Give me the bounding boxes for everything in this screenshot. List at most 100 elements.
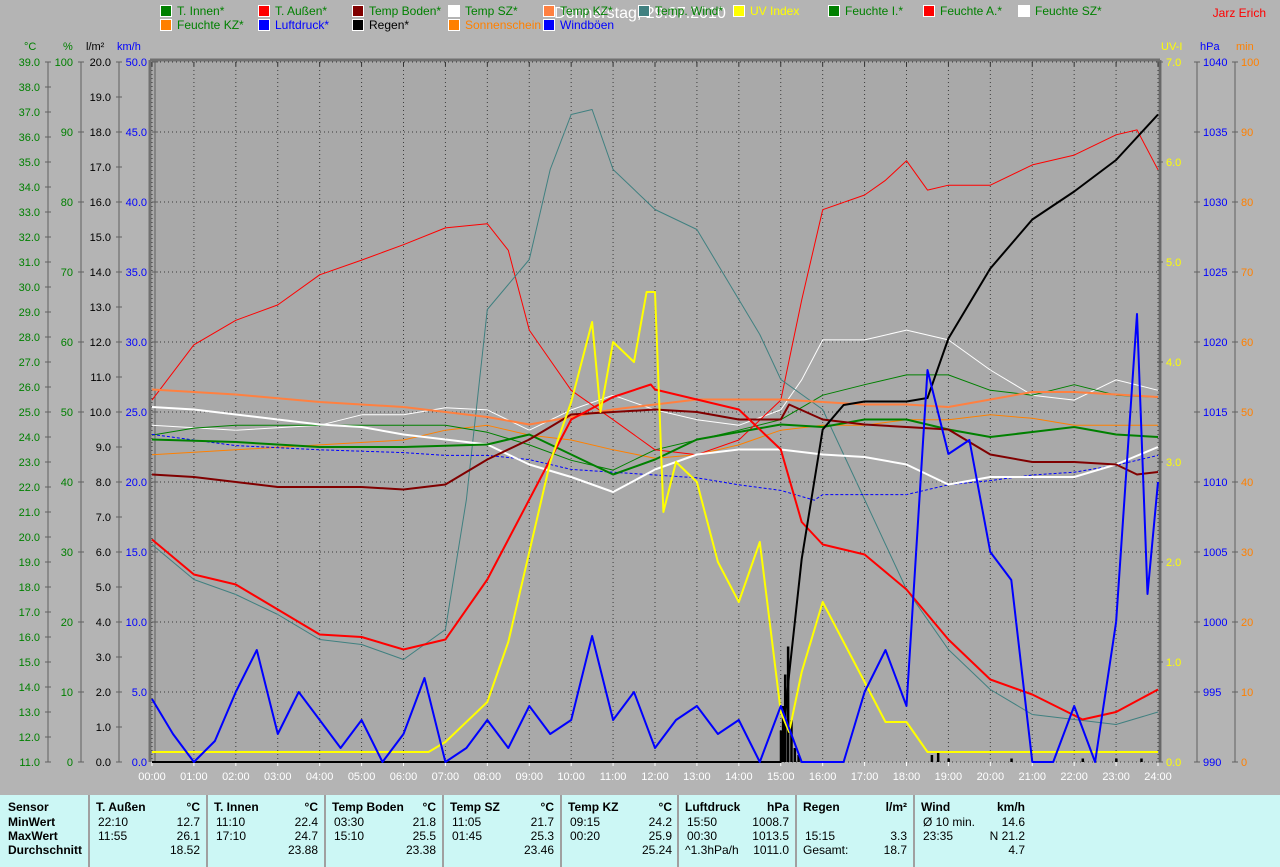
legend-item: Feuchte SZ* xyxy=(1018,4,1102,18)
axis-tick-label-uv: 4.0 xyxy=(1166,357,1181,369)
legend-item: T. Innen* xyxy=(160,4,224,18)
summary-avg-value: 4.7 xyxy=(1008,843,1025,857)
x-tick-label: 06:00 xyxy=(390,771,418,783)
rain-bar xyxy=(1140,758,1143,762)
axis-tick-label-celsius: 11.0 xyxy=(19,757,40,769)
axis-tick-label-pressure: 990 xyxy=(1203,757,1221,769)
axis-tick-label-celsius: 19.0 xyxy=(19,557,40,569)
summary-max-time: 01:45 xyxy=(452,829,483,843)
summary-max-value: 1013.5 xyxy=(752,829,789,843)
summary-min-value: 21.8 xyxy=(412,815,436,829)
axis-tick-label-celsius: 26.0 xyxy=(19,382,40,394)
x-tick-label: 00:00 xyxy=(138,771,166,783)
axis-tick-label-minutes: 0 xyxy=(1241,757,1247,769)
axis-tick-label-rain: 13.0 xyxy=(90,302,111,314)
axis-tick-label-uv: 6.0 xyxy=(1166,157,1181,169)
x-tick-label: 20:00 xyxy=(977,771,1005,783)
legend-label: Temp Boden* xyxy=(369,4,442,18)
rain-bar xyxy=(930,755,934,762)
summary-column: Wind km/h Ø 10 min. 14.6 23:35 N 21.2 4.7 xyxy=(913,795,1033,867)
summary-min-value: 22.4 xyxy=(294,815,318,829)
axis-tick-label-percent: 40 xyxy=(61,477,73,489)
axis-tick-label-celsius: 23.0 xyxy=(19,457,40,469)
summary-max-value: 24.7 xyxy=(294,829,318,843)
summary-min-time: 09:15 xyxy=(570,815,601,829)
rain-bar xyxy=(1010,758,1013,762)
summary-min-value: 21.7 xyxy=(530,815,554,829)
legend-item: Windböen xyxy=(543,18,614,32)
legend-swatch xyxy=(543,19,555,31)
summary-max-value: 25.5 xyxy=(412,829,436,843)
legend-swatch xyxy=(1018,5,1030,17)
legend-label: Luftdruck* xyxy=(275,18,330,32)
axis-tick-label-wind: 0.0 xyxy=(132,757,147,769)
axis-tick-label-minutes: 70 xyxy=(1241,267,1253,279)
rain-bar xyxy=(793,748,797,762)
x-tick-label: 23:00 xyxy=(1102,771,1130,783)
legend-swatch xyxy=(638,5,650,17)
axis-tick-label-minutes: 20 xyxy=(1241,617,1253,629)
legend-swatch xyxy=(923,5,935,17)
summary-max-value: N 21.2 xyxy=(989,829,1025,843)
summary-max-time: 23:35 xyxy=(923,829,954,843)
axis-tick-label-pressure: 1015 xyxy=(1203,407,1227,419)
summary-min-time: 22:10 xyxy=(98,815,129,829)
axis-tick-label-celsius: 35.0 xyxy=(19,157,40,169)
summary-max-value: 26.1 xyxy=(176,829,200,843)
axis-tick-label-celsius: 34.0 xyxy=(19,182,40,194)
summary-avg-value: 18.52 xyxy=(169,843,200,857)
axis-unit-celsius: °C xyxy=(24,41,36,53)
legend-item: Temp SZ* xyxy=(448,4,518,18)
axis-tick-label-uv: 2.0 xyxy=(1166,557,1181,569)
x-tick-label: 12:00 xyxy=(641,771,669,783)
summary-column: Luftdruck hPa 15:50 1008.7 00:30 1013.5 ^1.3hP… xyxy=(677,795,797,867)
rain-bar xyxy=(947,758,950,762)
summary-max-time: 15:15 xyxy=(805,829,836,843)
axis-tick-label-wind: 30.0 xyxy=(126,337,147,349)
axis-tick-label-rain: 12.0 xyxy=(90,337,111,349)
axis-tick-label-celsius: 16.0 xyxy=(19,632,40,644)
axis-tick-label-rain: 17.0 xyxy=(90,162,111,174)
legend-label: Feuchte KZ* xyxy=(177,18,244,32)
summary-max-time: 15:10 xyxy=(334,829,365,843)
summary-sensor-name: Temp KZ xyxy=(568,800,619,814)
legend-label: Windböen xyxy=(560,18,615,32)
summary-column: Temp KZ °C 09:15 24.2 00:20 25.9 25.24 xyxy=(560,795,680,867)
legend-label: UV Index xyxy=(750,4,800,18)
axis-tick-label-pressure: 995 xyxy=(1203,687,1221,699)
axis-tick-label-rain: 20.0 xyxy=(90,57,111,69)
axis-tick-label-percent: 60 xyxy=(61,337,73,349)
legend-label: T. Außen* xyxy=(275,4,328,18)
summary-avg-label: ^1.3hPa/h xyxy=(685,843,739,857)
x-tick-label: 24:00 xyxy=(1144,771,1172,783)
x-tick-label: 19:00 xyxy=(935,771,963,783)
summary-unit: °C xyxy=(304,800,318,814)
x-tick-label: 07:00 xyxy=(432,771,460,783)
axis-unit-wind: km/h xyxy=(117,41,141,53)
summary-min-time: 03:30 xyxy=(334,815,365,829)
axis-unit-pressure: hPa xyxy=(1200,41,1220,53)
axis-tick-label-celsius: 22.0 xyxy=(19,482,40,494)
axis-tick-label-celsius: 39.0 xyxy=(19,57,40,69)
legend-swatch xyxy=(352,19,364,31)
legend-swatch xyxy=(160,19,172,31)
axis-tick-label-celsius: 24.0 xyxy=(19,432,40,444)
legend-item: Temp Boden* xyxy=(352,4,441,18)
summary-avg-value: 23.88 xyxy=(287,843,318,857)
legend-label: Temp. Wind* xyxy=(655,4,724,18)
x-tick-label: 09:00 xyxy=(515,771,543,783)
legend-label: Feuchte SZ* xyxy=(1035,4,1102,18)
axis-tick-label-celsius: 30.0 xyxy=(19,282,40,294)
summary-sensor-name: T. Außen xyxy=(96,800,146,814)
legend-item: Temp. Wind* xyxy=(638,4,723,18)
legend-swatch xyxy=(160,5,172,17)
legend-item: UV Index xyxy=(733,4,799,18)
axis-tick-label-pressure: 1010 xyxy=(1203,477,1227,489)
summary-min-value: 12.7 xyxy=(176,815,200,829)
axis-tick-label-minutes: 30 xyxy=(1241,547,1253,559)
summary-row-label: Durchschnitt xyxy=(8,843,83,857)
axis-tick-label-celsius: 13.0 xyxy=(19,707,40,719)
legend-swatch xyxy=(352,5,364,17)
axis-tick-label-celsius: 33.0 xyxy=(19,207,40,219)
summary-unit: °C xyxy=(422,800,436,814)
